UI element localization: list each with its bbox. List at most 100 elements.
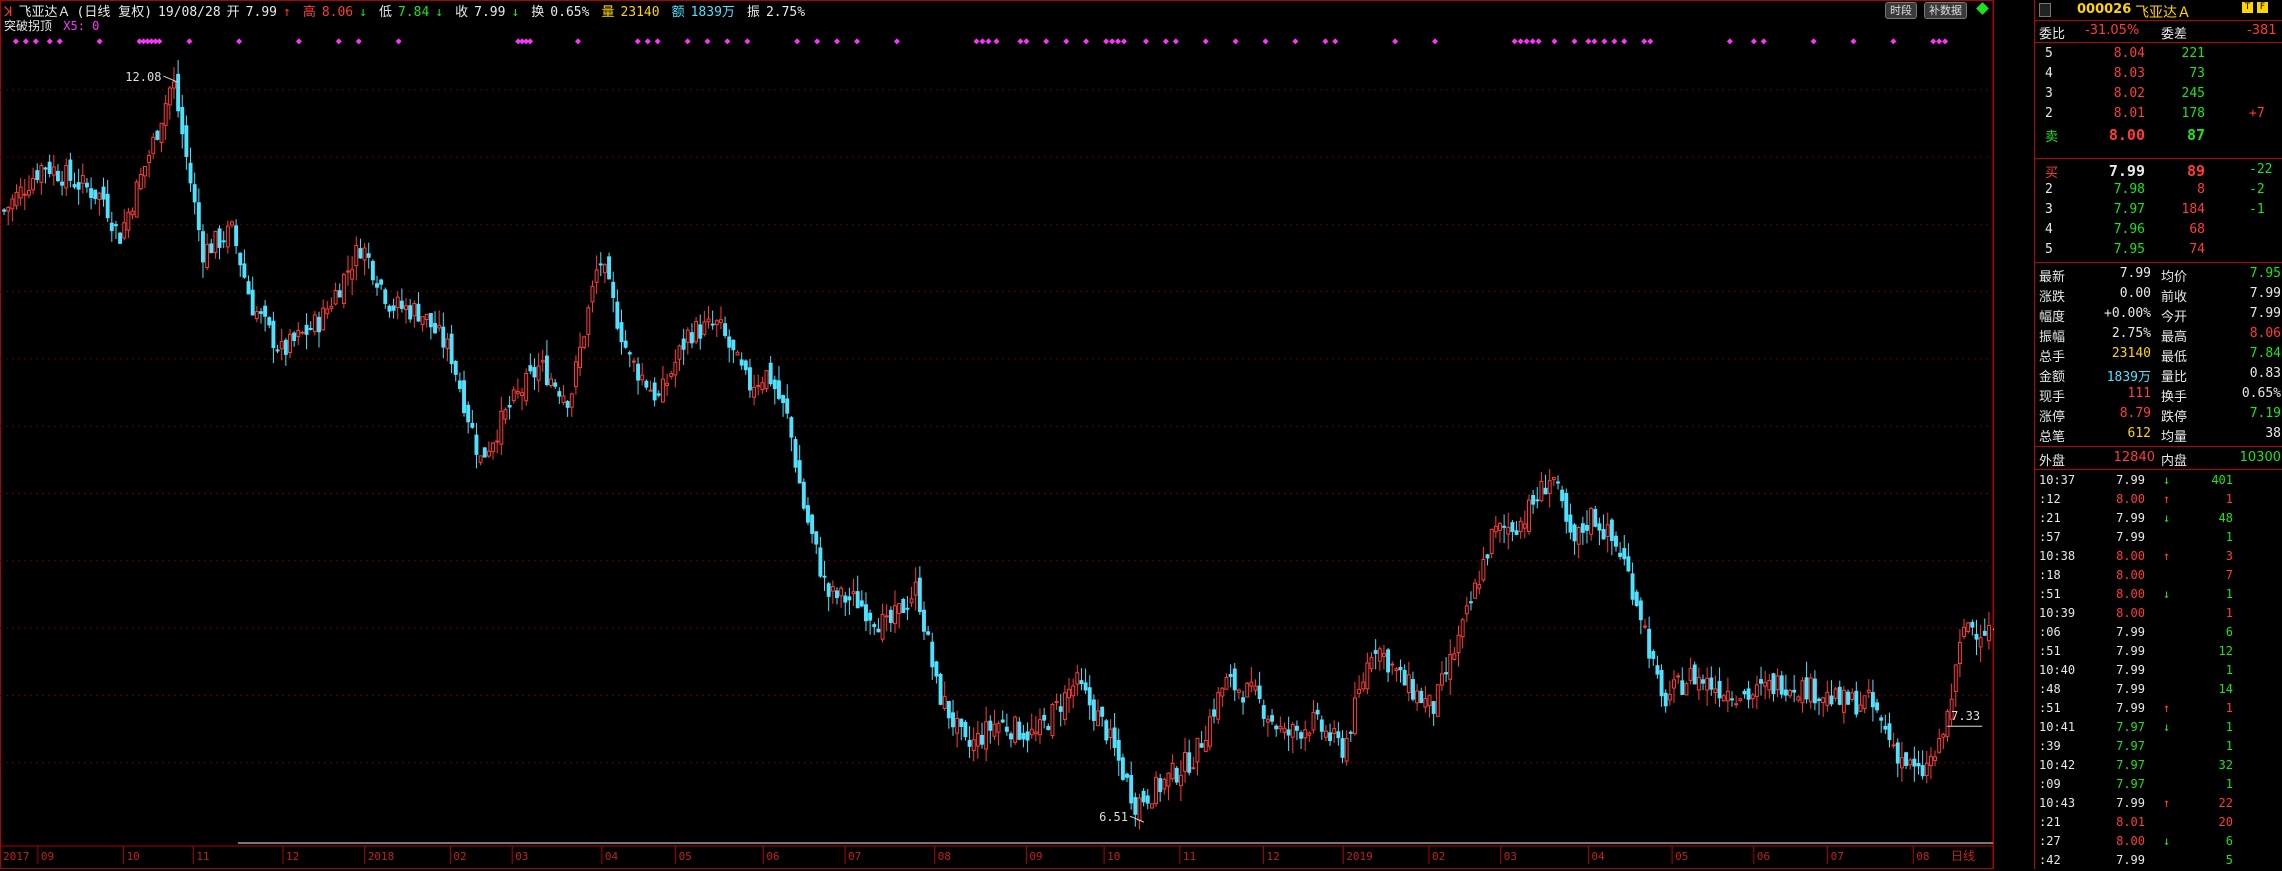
candle-body [1804, 677, 1809, 700]
tick-row[interactable]: :18 8.00 7 [2035, 566, 2282, 586]
stats-row: 金额 1839万 量比 0.83 [2039, 366, 2281, 385]
candle-body [1506, 526, 1511, 535]
candle-body [1017, 721, 1022, 740]
candle-body [1522, 523, 1527, 529]
header-open: 开 7.99 ↑ [226, 5, 291, 20]
tick-row[interactable]: :48 7.99 14 [2035, 680, 2282, 700]
candle-body [1075, 672, 1080, 685]
tick-row[interactable]: :21 8.01 20 [2035, 813, 2282, 833]
candle-body [520, 392, 524, 396]
panel-menu-icon[interactable] [2039, 3, 2051, 17]
x-tick-label: 08 [938, 850, 951, 863]
tick-row[interactable]: :12 8.00 ↑ 1 [2035, 490, 2282, 510]
candle-body [656, 393, 661, 396]
tick-row[interactable]: :39 7.97 1 [2035, 737, 2282, 757]
candle-body [930, 641, 935, 668]
panel-title-row: 000026 飞亚达Ａ T F [2035, 0, 2282, 21]
candle-body [1966, 622, 1971, 632]
candle-body [1340, 738, 1345, 758]
tick-row[interactable]: 10:42 7.97 32 [2035, 756, 2282, 776]
tick-row[interactable]: :51 8.00 ↓ 1 [2035, 585, 2282, 605]
candle-body [147, 155, 152, 164]
candle-body [955, 717, 960, 734]
x-tick-label: 10 [127, 850, 140, 863]
candle-body [254, 311, 259, 320]
candle-body [1091, 699, 1096, 721]
tick-row[interactable]: :09 7.97 1 [2035, 775, 2282, 795]
candle-body [607, 256, 612, 280]
candle-body [267, 317, 272, 326]
candle-body [246, 281, 251, 295]
period-button[interactable]: 时段 [1885, 2, 1917, 19]
signal-mark: ◆ [986, 36, 992, 47]
candle-body [752, 386, 757, 398]
candle-body [756, 384, 761, 388]
candle-body [673, 361, 678, 376]
candle-body [1162, 778, 1167, 790]
candle-body [1626, 556, 1631, 572]
candle-body [134, 181, 139, 218]
signal-mark: ◆ [57, 36, 63, 47]
candle-body [457, 380, 462, 389]
candle-body [1672, 679, 1676, 689]
tick-row[interactable]: 10:40 7.99 1 [2035, 661, 2282, 681]
t-icon[interactable]: T [2242, 2, 2253, 13]
candle-body [1187, 752, 1192, 773]
candle-body [1564, 492, 1569, 522]
tick-row[interactable]: :06 7.99 6 [2035, 623, 2282, 643]
candle-body [1609, 519, 1614, 541]
candle-body [992, 723, 997, 737]
candle-body [1033, 731, 1038, 735]
candle-body [1025, 731, 1030, 741]
tick-row[interactable]: :27 8.00 ↓ 6 [2035, 832, 2282, 852]
tick-row[interactable]: :51 7.99 12 [2035, 642, 2282, 662]
tick-row[interactable]: 10:41 7.97 ↓ 1 [2035, 718, 2282, 738]
candle-body [549, 378, 553, 387]
candle-body [913, 581, 918, 596]
ask-row: 2 8.01 178 +7 [2045, 106, 2265, 121]
header-date: 19/08/28 [158, 5, 221, 20]
tick-row[interactable]: 10:43 7.99 ↑ 22 [2035, 794, 2282, 814]
signal-mark: ◆ [645, 36, 651, 47]
tick-row[interactable]: :42 7.99 5 [2035, 851, 2282, 871]
candle-body [275, 349, 280, 352]
candle-body [1100, 706, 1105, 717]
candle-body [1580, 523, 1585, 533]
candle-body [1261, 705, 1266, 719]
candle-body [288, 333, 292, 354]
candle-body [685, 329, 690, 343]
tick-row[interactable]: :51 7.99 ↑ 1 [2035, 699, 2282, 719]
candle-body [1029, 728, 1034, 736]
candle-body [660, 378, 665, 403]
tick-row[interactable]: 10:37 7.99 ↓ 401 [2035, 471, 2282, 491]
kline-chart-area[interactable]: 12.0011.5011.0010.5010.009.509.008.508.0… [0, 0, 1994, 869]
candle-body [785, 398, 790, 414]
signal-mark: ◆ [1890, 36, 1896, 47]
candle-body [1585, 524, 1589, 531]
candle-body [631, 360, 636, 363]
candle-body [1974, 633, 1979, 640]
candle-body [1899, 757, 1904, 769]
candle-body [1912, 758, 1917, 767]
signal-mark: ◆ [1173, 36, 1179, 47]
signal-mark: ◆ [854, 36, 860, 47]
fill-data-button[interactable]: 补数据 [1924, 2, 1967, 19]
signal-mark: ◆ [993, 36, 999, 47]
tick-row[interactable]: :57 7.99 1 [2035, 528, 2282, 548]
candle-body [1763, 681, 1768, 687]
candle-body [909, 598, 914, 604]
candle-body [922, 609, 926, 632]
candle-body [1518, 520, 1523, 533]
tick-row[interactable]: :21 7.99 ↓ 48 [2035, 509, 2282, 529]
kline-chart[interactable]: 12.0011.5011.0010.5010.009.509.008.508.0… [0, 0, 1994, 869]
x-axis-right-label: 日线 [1951, 849, 1975, 863]
annotation-label: 12.08 [125, 70, 161, 84]
candle-body [172, 81, 176, 89]
candle-body [1174, 767, 1179, 783]
f10-icon[interactable]: F [2257, 2, 2268, 13]
tick-row[interactable]: 10:38 8.00 ↑ 3 [2035, 547, 2282, 567]
tick-row[interactable]: 10:39 8.00 1 [2035, 604, 2282, 624]
candle-body [1286, 729, 1291, 736]
signal-mark: ◆ [635, 36, 641, 47]
candle-body [101, 186, 106, 200]
